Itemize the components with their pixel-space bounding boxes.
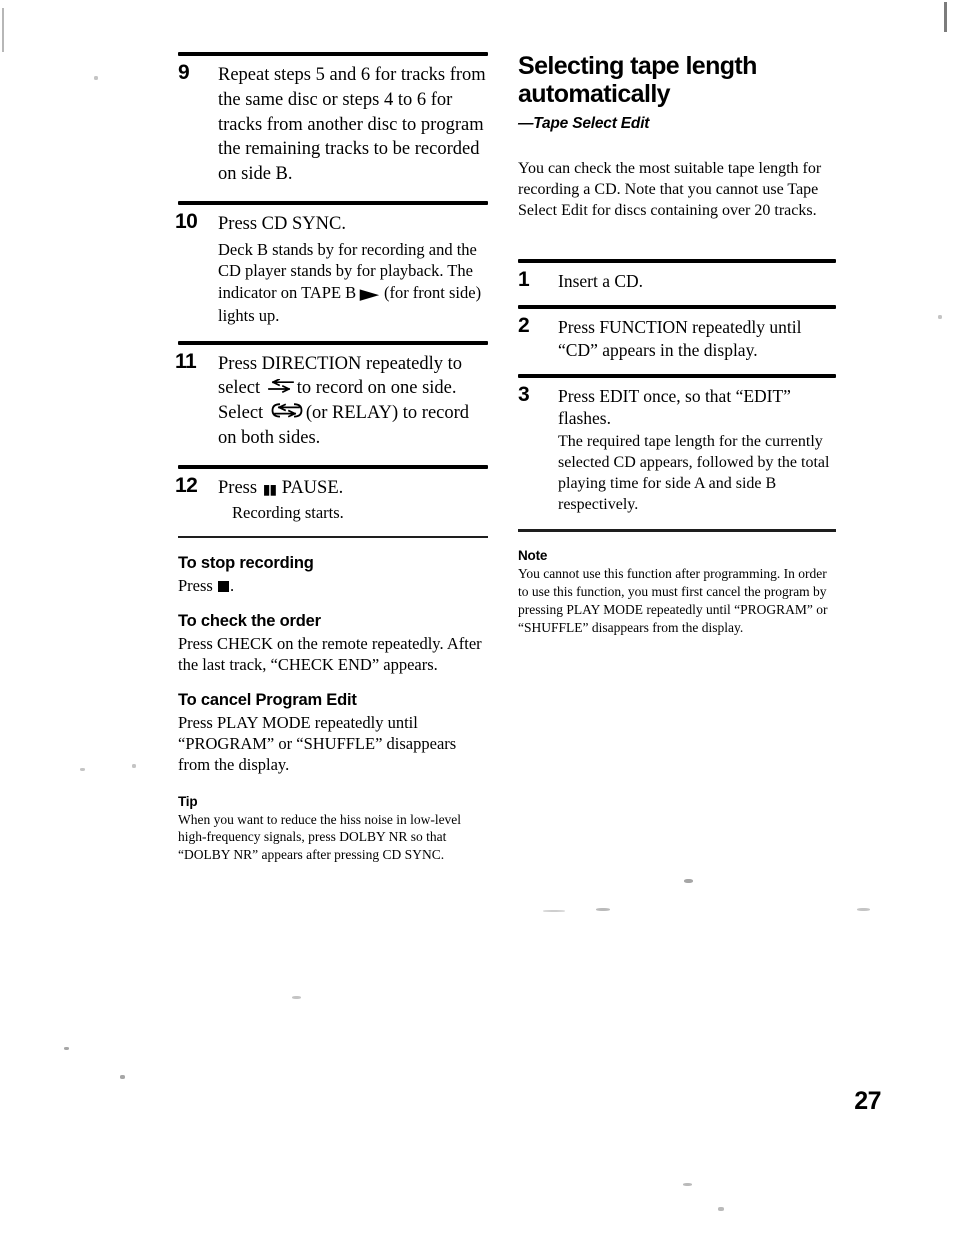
step-text: Insert a CD. [558, 271, 644, 292]
scan-speck [684, 879, 693, 883]
step-11: 11 Press DIRECTION repeatedly to select … [175, 349, 488, 451]
pause-icon: ▮▮ [262, 481, 277, 498]
heading-to-cancel-program-edit: To cancel Program Edit [178, 691, 357, 710]
scan-speck [64, 1047, 69, 1050]
heading-to-check-the-order: To check the order [178, 611, 321, 630]
step-text: Press DIRECTION repeatedly to select to … [218, 352, 488, 451]
note-divider-rule [518, 529, 836, 533]
note-text: You cannot use this function after progr… [518, 566, 828, 635]
scan-speck [596, 908, 610, 911]
one-way-direction-icon [267, 376, 294, 401]
heading-to-stop-recording: To stop recording [178, 553, 314, 572]
step-divider-rule [178, 340, 488, 345]
step-divider-rule [518, 373, 836, 378]
page-title-line2: automatically [518, 80, 671, 108]
scan-speck [120, 1075, 125, 1079]
relay-direction-icon [271, 401, 303, 426]
scan-speck [80, 768, 85, 771]
step-text: Press EDIT once, so that “EDIT” flashes. [558, 385, 791, 429]
scan-speck [132, 764, 136, 768]
page-title: Selecting tape length automatically [518, 52, 836, 108]
to-stop-recording-text: Press . [178, 575, 488, 596]
step-divider-rule [178, 200, 488, 205]
scan-speck [857, 908, 870, 911]
to-cancel-program-edit-text: Press PLAY MODE repeatedly until “PROGRA… [178, 713, 457, 775]
left-column: 9 Repeat steps 5 and 6 for tracks from t… [175, 52, 488, 864]
step-text: Press FUNCTION repeatedly until “CD” app… [558, 317, 802, 360]
scan-speck [543, 910, 565, 912]
step-divider-rule [178, 464, 488, 469]
to-check-the-order-text: Press CHECK on the remote repeatedly. Af… [178, 633, 482, 675]
step-detail: Recording starts. [232, 503, 344, 523]
page-number: 27 [854, 1087, 881, 1115]
step-text-after-glyph: PAUSE. [281, 477, 344, 498]
scan-speck [94, 76, 98, 80]
section-intro-text: You can check the most suitable tape len… [518, 160, 822, 219]
step-3: 3 Press EDIT once, so that “EDIT” flashe… [518, 382, 836, 516]
page-title-line1: Selecting tape length [518, 52, 757, 80]
heading-note: Note [518, 548, 548, 564]
step-detail: Deck B stands by for recording and the C… [218, 239, 488, 327]
step-number: 9 [178, 61, 190, 84]
step-1: 1 Insert a CD. [518, 268, 836, 293]
scan-speck [683, 1183, 692, 1186]
play-arrow-icon: ▶ [359, 286, 379, 303]
tip-text: When you want to reduce the hiss noise i… [178, 811, 462, 863]
right-column: Selecting tape length automatically —Tape… [518, 52, 836, 637]
step-10: 10 Press CD SYNC. Deck B stands by for r… [175, 209, 488, 327]
step-number: 12 [175, 473, 198, 497]
period-label: . [229, 575, 235, 595]
step-number: 2 [518, 314, 530, 338]
step-2: 2 Press FUNCTION repeatedly until “CD” a… [518, 314, 836, 362]
step-12: 12 Press ▮▮ PAUSE. Recording starts. [175, 473, 488, 524]
heading-tip: Tip [178, 793, 198, 809]
step-number: 1 [518, 268, 530, 292]
step-number: 11 [175, 349, 197, 373]
step-divider-rule [518, 259, 836, 264]
manual-page: 9 Repeat steps 5 and 6 for tracks from t… [0, 0, 954, 1233]
scan-edge-mark-left [2, 8, 4, 52]
section-divider-rule [178, 535, 488, 538]
step-text: Press ▮▮ PAUSE. [218, 476, 488, 501]
step-divider-rule [518, 305, 836, 310]
scan-speck [292, 996, 301, 999]
page-subtitle: —Tape Select Edit [518, 115, 650, 132]
scan-edge-mark-right [944, 2, 947, 32]
step-text-before-glyph: Press [218, 477, 258, 498]
stop-icon [217, 580, 229, 592]
step-text: Press CD SYNC. [218, 213, 346, 234]
press-label: Press [178, 575, 213, 595]
step-detail: The required tape length for the current… [558, 433, 830, 513]
scan-speck [718, 1207, 724, 1211]
step-number: 10 [175, 209, 198, 233]
step-number: 3 [518, 382, 530, 406]
scan-speck [938, 315, 942, 319]
step-divider-rule [178, 52, 488, 56]
step-9: 9 Repeat steps 5 and 6 for tracks from t… [178, 61, 488, 187]
step-text: Repeat steps 5 and 6 for tracks from the… [218, 65, 486, 185]
